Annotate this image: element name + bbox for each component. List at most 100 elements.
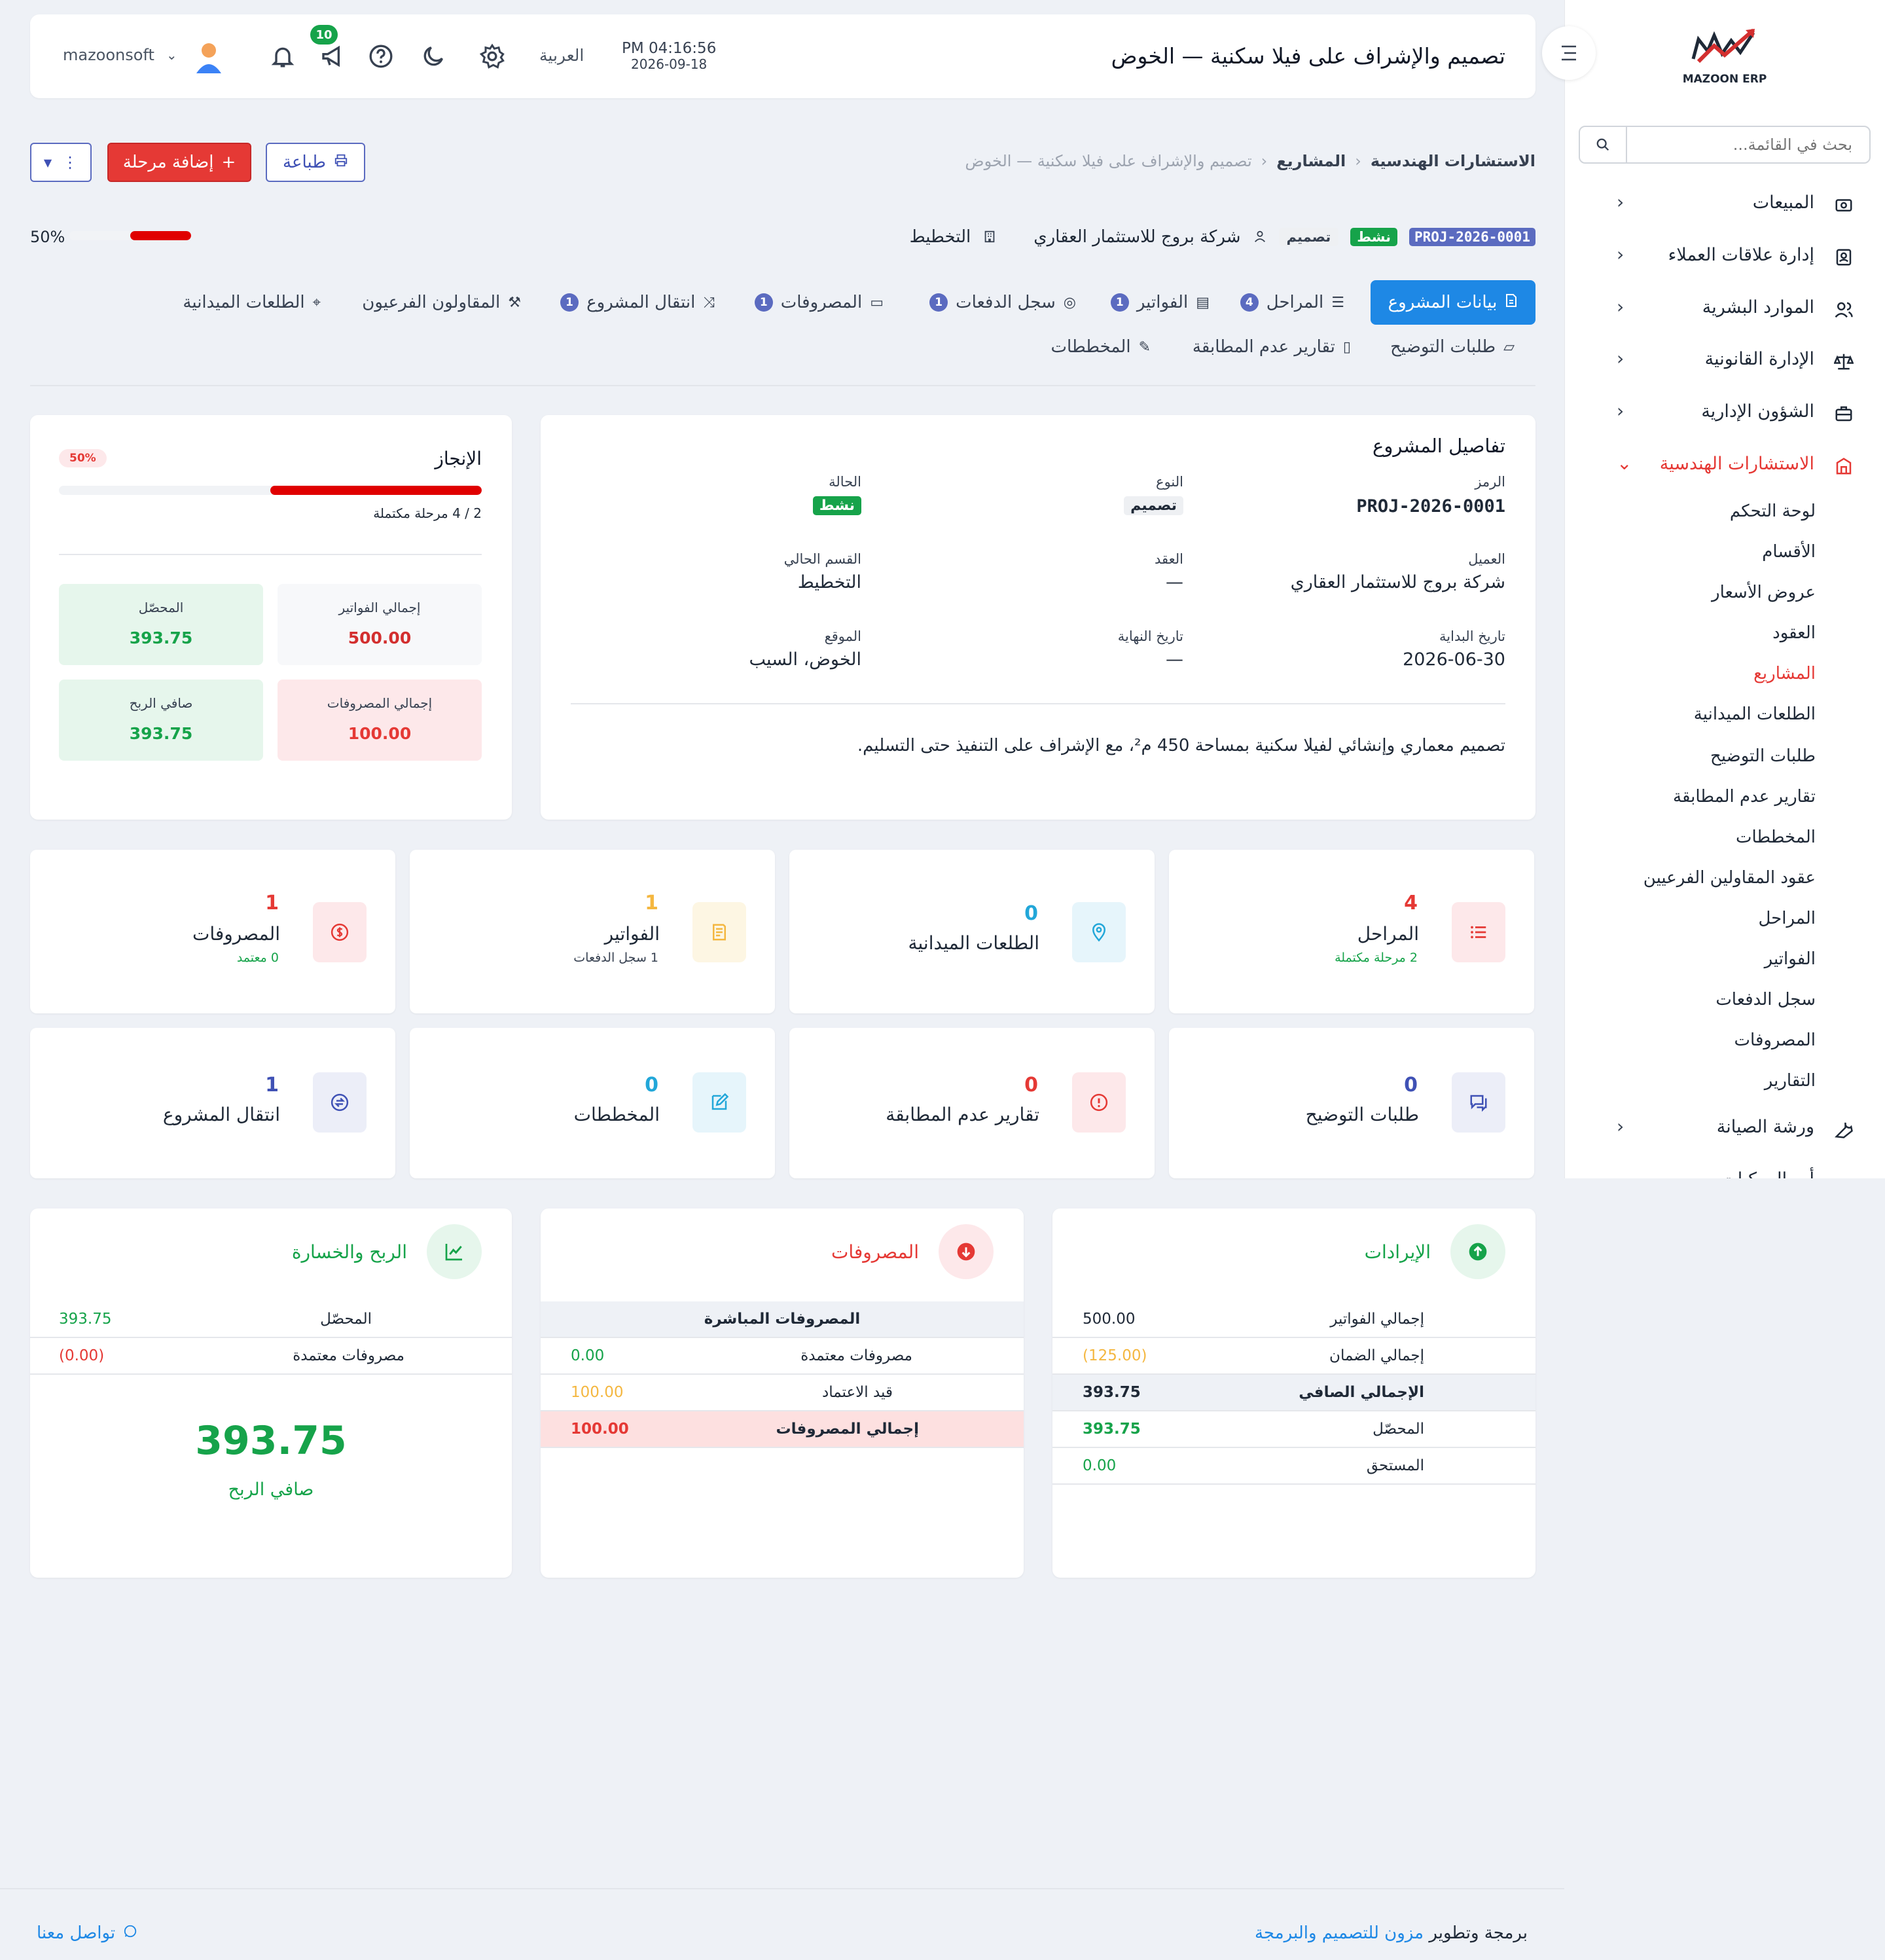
- submenu-site-visits[interactable]: الطلعات الميدانية: [1694, 704, 1816, 724]
- logo-icon: [1691, 28, 1755, 64]
- stat-title: الفواتير: [604, 923, 660, 945]
- stat-card-ncr[interactable]: 0 تقارير عدم المطابقة: [789, 1028, 1155, 1178]
- expenses-card: المصروفات المصروفات المباشرة مصروفات معت…: [541, 1208, 1024, 1578]
- submenu-invoices[interactable]: الفواتير: [1765, 949, 1816, 969]
- expenses-row: قيد الاعتماد 100.00: [541, 1375, 1024, 1411]
- stat-card-site-visits[interactable]: 0 الطلعات الميدانية: [789, 850, 1155, 1013]
- footer-company-link[interactable]: مزون للتصميم والبرمجة: [1255, 1923, 1424, 1943]
- language-switch[interactable]: العربية: [539, 46, 584, 65]
- stat-subtext: 2 مرحلة مكتملة: [1335, 951, 1418, 965]
- clock-date: 2026-09-18: [631, 56, 708, 72]
- breadcrumb-parent[interactable]: المشاريع: [1276, 152, 1346, 170]
- stat-card-rfis[interactable]: 0 طلبات التوضيح: [1169, 1028, 1534, 1178]
- divider: [59, 554, 482, 555]
- client-value: شركة بروج للاستثمار العقاري: [1290, 572, 1505, 592]
- tab-label: الطلعات الميدانية: [183, 293, 305, 312]
- sidebar-item-legal[interactable]: الإدارة القانونية ‹: [1565, 336, 1885, 386]
- sidebar-item-engineering[interactable]: الاستشارات الهندسية ⌄: [1565, 441, 1885, 490]
- more-actions-button[interactable]: ⋮ ▼: [30, 143, 92, 182]
- row-value: 100.00: [571, 1384, 624, 1401]
- contact-link[interactable]: تواصل معنا: [37, 1923, 137, 1943]
- submenu-stages[interactable]: المراحل: [1758, 909, 1816, 928]
- sidebar-item-vehicles[interactable]: أ... المركبات: [1565, 1156, 1885, 1178]
- row-value: 500.00: [1083, 1311, 1136, 1328]
- expenses-heading: المصروفات: [831, 1241, 919, 1263]
- chevron-left-icon: ‹: [1617, 296, 1625, 318]
- plus-icon: +: [221, 153, 236, 172]
- user-name: mazoonsoft: [63, 46, 154, 64]
- tab-invoices[interactable]: ▤ الفواتير 1: [1110, 289, 1210, 316]
- sidebar-item-hr[interactable]: الموارد البشرية ‹: [1565, 284, 1885, 334]
- tab-stages[interactable]: ☰ المراحل 4: [1240, 289, 1344, 316]
- sidebar-item-label: ورشة الصيانة: [1716, 1117, 1814, 1137]
- tab-count-badge: 1: [929, 293, 948, 312]
- sidebar-item-sales[interactable]: المبيعات ‹: [1565, 179, 1885, 229]
- submenu-dashboard[interactable]: لوحة التحكم: [1730, 501, 1816, 521]
- tab-drawings[interactable]: ✎ المخططات: [1051, 334, 1151, 360]
- help-icon[interactable]: [368, 43, 394, 74]
- achievement-percent-badge: 50%: [59, 449, 107, 467]
- progress-percent: 50%: [30, 228, 65, 246]
- location-label: الموقع: [824, 628, 861, 644]
- stat-title: المصروفات: [192, 923, 280, 945]
- row-value: 393.75: [1083, 1421, 1141, 1438]
- stat-title: تقارير عدم المطابقة: [886, 1104, 1039, 1125]
- submenu-contracts[interactable]: العقود: [1772, 623, 1816, 643]
- tab-project-transfer[interactable]: ⤨ انتقال المشروع 1: [560, 289, 715, 316]
- submenu-expenses[interactable]: المصروفات: [1734, 1030, 1816, 1050]
- page-title: تصميم والإشراف على فيلا سكنية — الخوض: [1111, 43, 1505, 69]
- stat-card-project-transfer[interactable]: 1 انتقال المشروع: [30, 1028, 395, 1178]
- profit-row: مصروفات معتمدة (0.00): [30, 1338, 512, 1375]
- stat-card-drawings[interactable]: 0 المخططات: [410, 1028, 775, 1178]
- stat-title: الطلعات الميدانية: [908, 932, 1039, 954]
- row-label: المحصّل: [1373, 1421, 1424, 1438]
- submenu-subcontracts[interactable]: عقود المقاولين الفرعيين: [1643, 868, 1816, 888]
- settings-icon[interactable]: [479, 43, 505, 74]
- submenu-ncr[interactable]: تقارير عدم المطابقة: [1673, 787, 1816, 807]
- breadcrumb-root[interactable]: الاستشارات الهندسية: [1371, 152, 1535, 170]
- sidebar-item-admin[interactable]: الشؤون الإدارية ‹: [1565, 388, 1885, 438]
- tab-subcontractors[interactable]: ⚒ المقاولون الفرعيون: [362, 289, 521, 316]
- tab-rfis[interactable]: ▱ طلبات التوضيح: [1390, 334, 1515, 360]
- chevron-left-icon: ‹: [1617, 1116, 1625, 1137]
- sidebar-item-label: المبيعات: [1752, 192, 1814, 213]
- stat-subtext: 1 سجل الدفعات: [573, 951, 658, 965]
- row-label: إجمالي الضمان: [1329, 1347, 1424, 1364]
- print-label: طباعة: [283, 153, 326, 172]
- tab-site-visits[interactable]: ⌖ الطلعات الميدانية: [183, 289, 321, 316]
- submenu-quotations[interactable]: عروض الأسعار: [1712, 583, 1816, 602]
- submenu-projects[interactable]: المشاريع: [1753, 664, 1816, 683]
- tab-label: تقارير عدم المطابقة: [1192, 337, 1335, 357]
- tab-project-data[interactable]: بيانات المشروع: [1371, 280, 1535, 325]
- submenu-drawings[interactable]: المخططات: [1736, 827, 1816, 847]
- tile-label: المحصّل: [138, 600, 184, 615]
- submenu-rfis[interactable]: طلبات التوضيح: [1710, 746, 1816, 766]
- crm-icon: [1833, 246, 1855, 268]
- expenses-subheading: المصروفات المباشرة: [704, 1311, 861, 1328]
- submenu-reports[interactable]: التقارير: [1765, 1071, 1816, 1091]
- tab-payments[interactable]: ◎ سجل الدفعات 1: [929, 289, 1076, 316]
- avatar[interactable]: [194, 41, 224, 73]
- sidebar-item-crm[interactable]: إدارة علاقات العملاء ‹: [1565, 232, 1885, 281]
- end-date-value: —: [1166, 649, 1183, 670]
- print-button[interactable]: طباعة: [266, 143, 365, 182]
- sidebar-search-input[interactable]: [1627, 127, 1869, 162]
- bell-icon[interactable]: [270, 43, 296, 74]
- add-stage-button[interactable]: + إضافة مرحلة: [107, 143, 251, 182]
- search-icon[interactable]: [1580, 127, 1627, 162]
- sidebar-toggle-button[interactable]: [1542, 26, 1596, 80]
- submenu-payments[interactable]: سجل الدفعات: [1715, 990, 1816, 1009]
- submenu-departments[interactable]: الأقسام: [1762, 542, 1816, 562]
- tab-ncr[interactable]: ▯ تقارير عدم المطابقة: [1193, 334, 1351, 360]
- project-description: تصميم معماري وإنشائي لفيلا سكنية بمساحة …: [857, 736, 1505, 755]
- megaphone-icon[interactable]: [319, 43, 347, 74]
- user-menu[interactable]: ⌄ mazoonsoft: [63, 46, 177, 64]
- stat-card-invoices[interactable]: 1 الفواتير 1 سجل الدفعات: [410, 850, 775, 1013]
- sidebar-item-workshop[interactable]: ورشة الصيانة ‹: [1565, 1104, 1885, 1153]
- dark-mode-icon[interactable]: [420, 43, 446, 74]
- stat-card-expenses[interactable]: 1 المصروفات 0 معتمد: [30, 850, 395, 1013]
- stat-card-stages[interactable]: 4 المراحل 2 مرحلة مكتملة: [1169, 850, 1534, 1013]
- tile-label: صافي الربح: [129, 695, 193, 711]
- tab-expenses[interactable]: ▭ المصروفات 1: [754, 289, 884, 316]
- brand-logo[interactable]: MAZOON ERP: [1676, 26, 1774, 92]
